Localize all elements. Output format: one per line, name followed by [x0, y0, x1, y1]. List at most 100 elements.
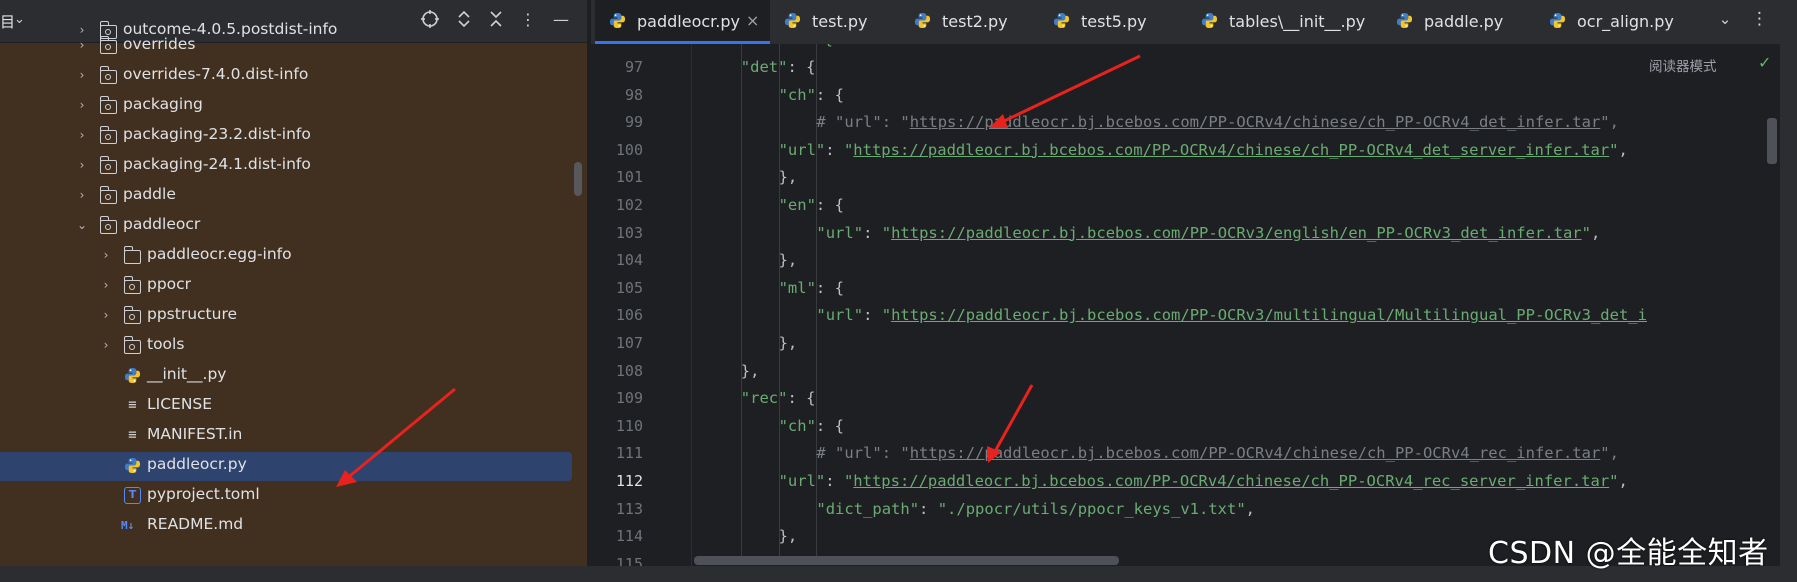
code-line: }, [693, 358, 1783, 385]
editor-horizontal-scrollbar[interactable] [694, 556, 1119, 565]
reader-mode-button[interactable]: 阅读器模式 [1649, 55, 1717, 75]
code-token: : [919, 499, 938, 518]
editor-tab[interactable]: paddle.py [1382, 0, 1535, 44]
editor-vertical-scrollbar[interactable] [1767, 118, 1777, 164]
code-token: "url" [778, 140, 826, 159]
line-number: 99 [624, 113, 643, 132]
code-token: : [825, 472, 844, 490]
chevron-down-icon[interactable]: ⌄ [75, 216, 89, 234]
line-content: }, [693, 527, 798, 545]
code-token: " [1609, 140, 1619, 159]
watermark: CSDN @全能全知者 [1488, 536, 1769, 571]
editor-tab-bar: paddleocr.py × test.py test2.py test5.py tabl… [591, 0, 1797, 44]
code-area[interactable]: "ch": {"det": {"ch": {# "url": "https://… [693, 44, 1783, 564]
url-link[interactable]: https://paddleocr.bj.bcebos.com/PP-OCRv4… [853, 472, 1609, 490]
code-token: , [1245, 499, 1256, 518]
tree-item[interactable]: ≡ LICENSE [0, 391, 587, 421]
chevron-right-icon[interactable]: › [75, 126, 89, 144]
tree-item[interactable]: ≡ MANIFEST.in [0, 421, 587, 451]
tree-item[interactable]: paddleocr.py [0, 451, 587, 481]
tree-item-label: packaging [123, 95, 203, 113]
project-scrollbar[interactable] [574, 162, 582, 196]
package-folder-icon [123, 336, 141, 354]
chevron-right-icon[interactable]: › [75, 156, 89, 174]
tab-label: paddle.py [1424, 12, 1504, 31]
line-content: "rec": { [693, 389, 816, 407]
tree-item[interactable]: › packaging-24.1.dist-info [0, 151, 587, 181]
tree-item[interactable]: › overrides [0, 31, 587, 61]
editor-tab[interactable]: test.py [770, 0, 900, 44]
line-content: "url": "https://paddleocr.bj.bcebos.com/… [693, 141, 1628, 159]
code-token: " [1609, 472, 1619, 490]
line-number: 110 [615, 416, 643, 435]
code-token: "url" [816, 306, 864, 325]
url-link[interactable]: https://paddleocr.bj.bcebos.com/PP-OCRv4… [853, 141, 1609, 159]
code-line: "ml": { [693, 275, 1783, 302]
line-number: 104 [615, 251, 643, 270]
editor-tab[interactable]: test5.py [1039, 0, 1187, 44]
line-content: "ch": { [693, 86, 844, 104]
line-content: # "url": "https://paddleocr.bj.bcebos.co… [693, 444, 1619, 462]
chevron-right-icon[interactable]: › [99, 306, 113, 324]
editor-tab[interactable]: tables\__init__.py [1187, 0, 1382, 44]
tree-item[interactable]: › ppstructure [0, 301, 587, 331]
line-number: 112 [615, 472, 643, 490]
code-token: : [863, 306, 882, 325]
python-file-icon [1549, 12, 1567, 30]
python-file-icon [124, 457, 141, 474]
tree-item-label: paddleocr.py [147, 455, 247, 473]
tree-item[interactable]: Tpyproject.toml [0, 481, 587, 511]
tree-item[interactable]: › tools [0, 331, 587, 361]
url-link[interactable]: https://paddleocr.bj.bcebos.com/PP-OCRv3… [891, 224, 1582, 242]
code-token: ", [1600, 444, 1619, 463]
url-link[interactable]: https://paddleocr.bj.bcebos.com/PP-OCRv3… [891, 306, 1647, 324]
code-line: "rec": { [693, 385, 1783, 412]
line-number-gutter: 97 98 99 100 101 102 103 104 105 106 107 108 109 110 1… [591, 44, 691, 582]
tree-item-label: README.md [147, 515, 244, 533]
editor-tab[interactable]: test2.py [900, 0, 1039, 44]
close-icon[interactable]: × [746, 11, 759, 30]
python-file-icon [124, 367, 141, 384]
check-icon[interactable]: ✓ [1758, 53, 1771, 72]
line-content: "url": "https://paddleocr.bj.bcebos.com/… [693, 224, 1600, 242]
line-number: 100 [615, 140, 643, 159]
package-folder-icon [99, 36, 117, 54]
tree-item[interactable]: › ppocr [0, 271, 587, 301]
chevron-right-icon[interactable]: › [75, 36, 89, 54]
tree-item[interactable]: ⌄ paddleocr [0, 211, 587, 241]
more-vert-icon[interactable]: ⋮ [1751, 9, 1768, 29]
chevron-right-icon[interactable]: › [99, 276, 113, 294]
line-content: "det": { [693, 58, 816, 76]
tree-item[interactable]: › packaging [0, 91, 587, 121]
package-folder-icon [99, 186, 117, 204]
code-token: , [1618, 472, 1628, 490]
tree-item[interactable]: › overrides-7.4.0.dist-info [0, 61, 587, 91]
chevron-right-icon[interactable]: › [99, 336, 113, 354]
chevron-right-icon[interactable]: › [75, 66, 89, 84]
tree-item[interactable]: __init__.py [0, 361, 587, 391]
tree-item-label: ppstructure [147, 305, 238, 323]
editor-tab[interactable]: ocr_align.py [1535, 0, 1705, 44]
tree-item[interactable]: › packaging-23.2.dist-info [0, 121, 587, 151]
line-number: 105 [615, 278, 643, 297]
code-token: " [843, 140, 854, 159]
tree-item[interactable]: › paddle [0, 181, 587, 211]
code-token: " [843, 472, 854, 490]
chevron-right-icon[interactable]: › [75, 186, 89, 204]
code-token: : { [815, 196, 844, 214]
line-number: 114 [615, 527, 643, 546]
package-folder-icon [123, 306, 141, 324]
tree-item-label: MANIFEST.in [147, 425, 243, 443]
toml-file-icon: T [124, 487, 141, 504]
chevron-right-icon[interactable]: › [99, 246, 113, 264]
tree-item[interactable]: › paddleocr.egg-info [0, 241, 587, 271]
tree-item[interactable]: M↓ README.md [0, 511, 587, 541]
code-token: " [881, 223, 892, 242]
chevron-right-icon[interactable]: › [75, 96, 89, 114]
tab-label: test.py [812, 12, 868, 31]
code-line: "url": "https://paddleocr.bj.bcebos.com/… [693, 137, 1783, 164]
editor-tab[interactable]: paddleocr.py × [595, 0, 770, 44]
line-number: 106 [615, 306, 643, 325]
code-token: , [1590, 223, 1601, 242]
chevron-down-icon[interactable]: ⌄ [1715, 10, 1735, 28]
